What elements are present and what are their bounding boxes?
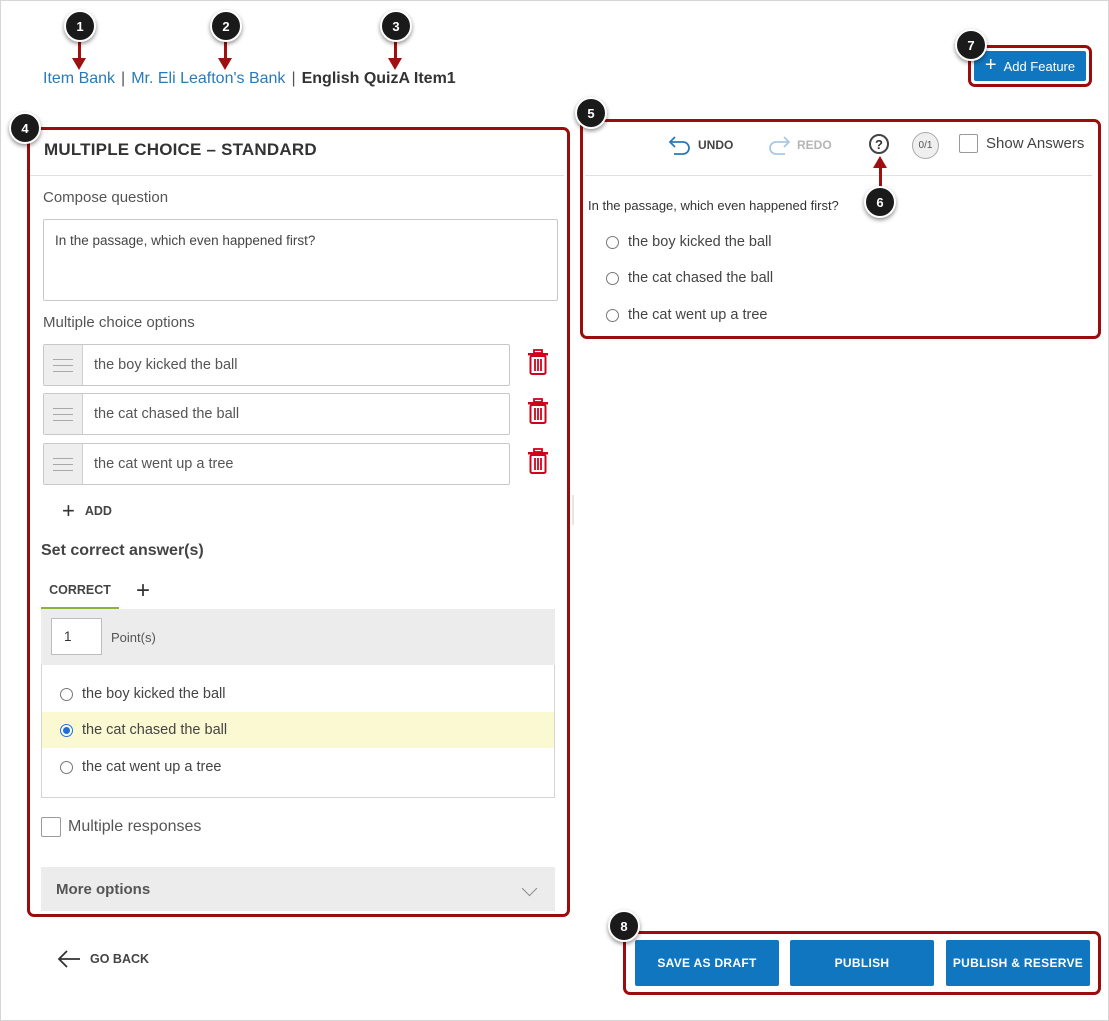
- callout-badge-7: 7: [955, 29, 987, 61]
- callout-arrow: [873, 156, 887, 188]
- breadcrumb: Item Bank | Mr. Eli Leafton's Bank | English…: [43, 70, 456, 88]
- callout-badge-5: 5: [575, 97, 607, 129]
- callout-highlight-preview: [580, 119, 1101, 339]
- breadcrumb-separator: |: [121, 70, 126, 87]
- breadcrumb-bank-link[interactable]: Mr. Eli Leafton's Bank: [131, 70, 285, 87]
- arrow-left-icon: [57, 950, 80, 968]
- callout-highlight-editor: [27, 127, 570, 917]
- callout-badge-3: 3: [380, 10, 412, 42]
- callout-highlight-add-feature: [968, 45, 1092, 87]
- callout-badge-1: 1: [64, 10, 96, 42]
- breadcrumb-current-item: English QuizA Item1: [301, 70, 456, 87]
- callout-badge-8: 8: [608, 910, 640, 942]
- callout-badge-2: 2: [210, 10, 242, 42]
- breadcrumb-separator: |: [291, 70, 296, 87]
- go-back-label: GO BACK: [90, 952, 150, 966]
- callout-badge-4: 4: [9, 112, 41, 144]
- breadcrumb-item-bank-link[interactable]: Item Bank: [43, 70, 115, 87]
- go-back-link[interactable]: GO BACK: [57, 950, 149, 968]
- callout-highlight-actions: [623, 931, 1101, 995]
- panel-splitter[interactable]: [572, 495, 574, 525]
- callout-badge-6: 6: [864, 186, 896, 218]
